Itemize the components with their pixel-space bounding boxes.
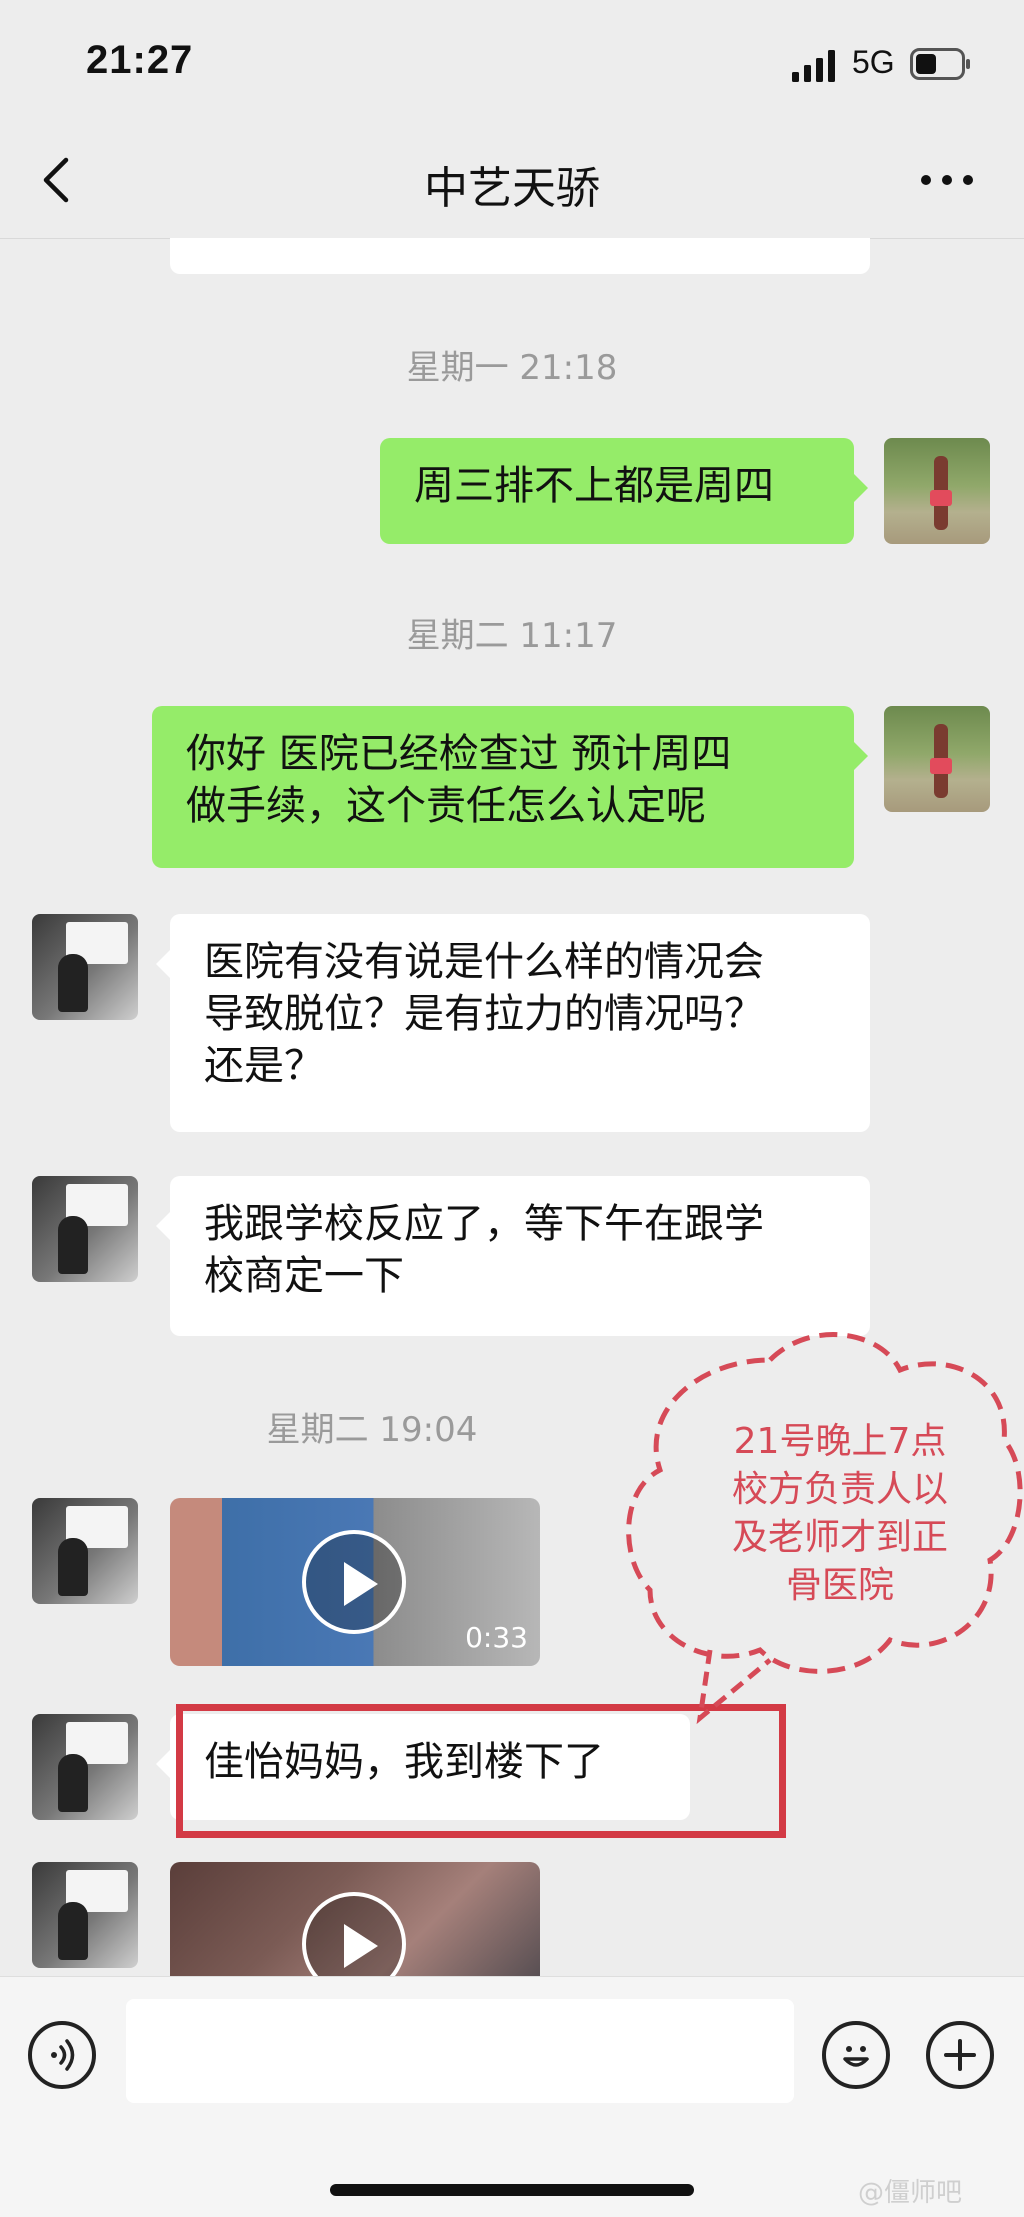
message-text-line: 医院有没有说是什么样的情况会 [204, 939, 764, 985]
avatar-figure-detail [930, 758, 952, 774]
callout-line: 及老师才到正 [731, 1517, 948, 1558]
avatar-figure [58, 954, 88, 1012]
video-duration: 0:33 [465, 1621, 528, 1654]
message-text-line: 还是？ [204, 1043, 324, 1089]
chat-title: 中艺天骄 [424, 163, 600, 214]
avatar-teacher[interactable] [32, 1176, 138, 1282]
callout-line: 骨医院 [785, 1565, 894, 1606]
more-options-button[interactable] [912, 150, 982, 210]
voice-icon [51, 2039, 75, 2071]
timestamp: 星期二 11:17 [406, 616, 618, 656]
message-text: 周三排不上都是周四 [414, 463, 774, 509]
message-text-line: 我跟学校反应了，等下午在跟学 [204, 1201, 764, 1247]
voice-input-button[interactable] [28, 2021, 96, 2089]
avatar-figure [58, 1902, 88, 1960]
message-text-line: 你好 医院已经检查过 预计周四 [186, 731, 732, 777]
message-bubble-other[interactable]: 医院有没有说是什么样的情况会 导致脱位？是有拉力的情况吗？ 还是？ [156, 914, 870, 1132]
more-actions-button[interactable] [926, 2021, 994, 2089]
battery-icon [910, 48, 970, 80]
clock: 21:27 [86, 38, 194, 82]
callout-line: 21号晚上7点 [733, 1421, 947, 1462]
play-icon[interactable] [302, 1530, 406, 1634]
avatar-teacher[interactable] [32, 1498, 138, 1604]
message-text-line: 校商定一下 [204, 1253, 404, 1299]
timestamp: 星期一 21:18 [406, 348, 618, 388]
smile-icon [843, 2046, 869, 2067]
avatar-teacher[interactable] [32, 1862, 138, 1968]
callout-line: 校方负责人以 [731, 1469, 948, 1510]
home-indicator[interactable] [330, 2184, 694, 2196]
avatar-figure [58, 1754, 88, 1812]
video-message[interactable] [170, 1862, 540, 1976]
callout-text: 21号晚上7点 校方负责人以 及老师才到正 骨医院 [690, 1418, 990, 1610]
message-bubble-other[interactable]: 我跟学校反应了，等下午在跟学 校商定一下 [156, 1176, 870, 1336]
plus-icon [944, 2039, 976, 2071]
partial-message-bubble[interactable] [170, 238, 870, 274]
emoji-button[interactable] [822, 2021, 890, 2089]
message-input[interactable] [126, 1999, 794, 2103]
watermark: @僵师吧 [858, 2178, 963, 2208]
avatar-self[interactable] [884, 438, 990, 544]
message-text-line: 导致脱位？是有拉力的情况吗？ [204, 991, 764, 1037]
message-text-line: 做手续，这个责任怎么认定呢 [186, 783, 706, 829]
avatar-figure [58, 1216, 88, 1274]
play-icon[interactable] [302, 1892, 406, 1976]
message-bubble-self[interactable]: 你好 医院已经检查过 预计周四 做手续，这个责任怎么认定呢 [152, 706, 868, 868]
avatar-teacher[interactable] [32, 914, 138, 1020]
network-label: 5G [852, 44, 895, 80]
avatar-self[interactable] [884, 706, 990, 812]
signal-icon [792, 50, 835, 82]
status-bar: 21:27 5G [0, 0, 1024, 120]
message-bubble-self[interactable]: 周三排不上都是周四 [380, 438, 868, 544]
avatar-figure [58, 1538, 88, 1596]
video-message[interactable]: 0:33 [170, 1498, 540, 1666]
avatar-figure-detail [930, 490, 952, 506]
avatar-teacher[interactable] [32, 1714, 138, 1820]
nav-bar: 中艺天骄 [0, 120, 1024, 239]
